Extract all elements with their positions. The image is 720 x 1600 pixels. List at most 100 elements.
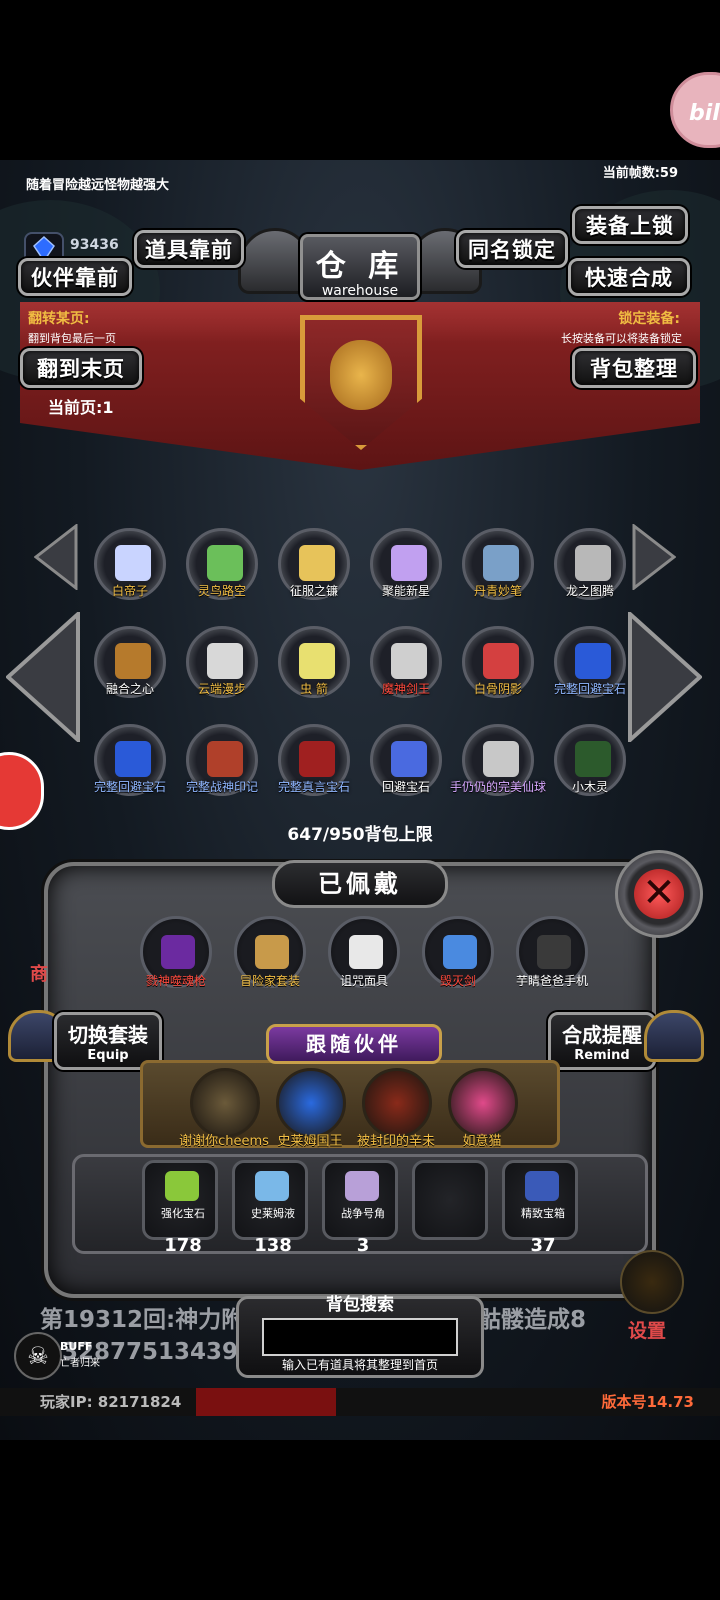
item-name: 小木灵 <box>571 780 608 794</box>
equipped-item[interactable]: 冒险家套装 <box>226 916 314 996</box>
lock-equip-title: 锁定装备: <box>618 311 680 327</box>
bag-item[interactable]: 龙之图腾 <box>548 528 632 612</box>
empty-material-slot[interactable] <box>412 1160 488 1240</box>
material-icon <box>255 1171 289 1201</box>
synth-remind-button[interactable]: 合成提醒 Remind <box>548 1012 656 1070</box>
switch-suit-label: 切换套装 <box>68 1023 148 1047</box>
equipped-item[interactable]: 诅咒面具 <box>320 916 408 996</box>
partner-portrait <box>276 1068 346 1138</box>
warehouse-title-en: warehouse <box>321 283 399 299</box>
bag-item[interactable]: 完整回避宝石 <box>88 724 172 808</box>
synth-remind-label: 合成提醒 <box>562 1023 642 1047</box>
bag-item[interactable]: 灵鸟路空 <box>180 528 264 612</box>
bag-item[interactable]: 回避宝石 <box>364 724 448 808</box>
to-last-page-button[interactable]: 翻到末页 <box>20 348 142 388</box>
item-name: 虫 箭 <box>300 682 328 696</box>
material-icon <box>165 1171 199 1201</box>
item-icon <box>391 643 427 679</box>
item-name: 白骨阴影 <box>473 682 522 696</box>
bag-item[interactable]: 聚能新星 <box>364 528 448 612</box>
settings-icon[interactable] <box>620 1250 684 1314</box>
quick-synth-button[interactable]: 快速合成 <box>568 258 690 296</box>
current-page: 当前页:1 <box>48 398 114 417</box>
bag-sort-button[interactable]: 背包整理 <box>572 348 696 388</box>
item-name: 聚能新星 <box>381 584 430 598</box>
item-icon <box>207 545 243 581</box>
material-name: 战争号角 <box>341 1207 385 1220</box>
next-page-arrow-icon[interactable] <box>628 612 702 742</box>
item-name: 龙之图腾 <box>565 584 614 598</box>
item-name: 融合之心 <box>105 682 154 696</box>
wizard-hat-icon <box>644 1010 704 1062</box>
item-icon <box>483 643 519 679</box>
equipped-item[interactable]: 芋睛爸爸手机 <box>508 916 596 996</box>
next-page-small-arrow-icon[interactable] <box>632 524 676 590</box>
bag-item[interactable]: 完整真言宝石 <box>272 724 356 808</box>
material-icon <box>525 1171 559 1201</box>
item-icon <box>299 545 335 581</box>
bag-item[interactable]: 魔神剑王 <box>364 626 448 710</box>
item-icon <box>115 545 151 581</box>
bili-badge[interactable]: bili <box>670 72 720 148</box>
bag-item[interactable]: 白帝子 <box>88 528 172 612</box>
equip-lock-button[interactable]: 装备上锁 <box>572 206 688 244</box>
prev-page-arrow-icon[interactable] <box>6 612 80 742</box>
equip-icon <box>255 935 289 969</box>
item-icon <box>575 643 611 679</box>
bag-search-input[interactable] <box>262 1318 458 1356</box>
equipped-title: 已佩戴 <box>272 860 448 908</box>
same-name-lock-button[interactable]: 同名锁定 <box>456 230 568 268</box>
material-name: 强化宝石 <box>161 1207 205 1220</box>
item-name: 征服之镰 <box>289 584 338 598</box>
partner-portrait <box>190 1068 260 1138</box>
bag-item[interactable]: 完整回避宝石 <box>548 626 632 710</box>
equipped-item[interactable]: 戮神噬魂枪 <box>132 916 220 996</box>
item-icon <box>483 545 519 581</box>
game-screen: 随着冒险越远怪物越强大 当前帧数:59 93436 仓 库 warehouse … <box>0 160 720 1440</box>
material-name: 史莱姆液 <box>251 1207 295 1220</box>
item-name: 灵鸟路空 <box>197 584 246 598</box>
close-icon: ✕ <box>634 869 684 919</box>
buff-label: BUFF <box>60 1340 93 1353</box>
skull-buff-icon[interactable]: ☠ <box>14 1332 62 1380</box>
material-slot[interactable]: 精致宝箱 37 <box>502 1160 578 1256</box>
partner-title: 跟随伙伴 <box>266 1024 442 1064</box>
equip-icon <box>349 935 383 969</box>
version-label: 版本号14.73 <box>601 1393 694 1411</box>
material-slot[interactable]: 强化宝石 178 <box>142 1160 218 1256</box>
item-icon <box>575 545 611 581</box>
hp-bar <box>196 1388 336 1416</box>
lion-head-icon <box>330 340 392 410</box>
shop-label[interactable]: 商 <box>30 960 48 986</box>
material-slot[interactable]: 战争号角 3 <box>322 1160 398 1256</box>
bag-item[interactable]: 征服之镰 <box>272 528 356 612</box>
bag-item[interactable]: 虫 箭 <box>272 626 356 710</box>
item-icon <box>391 741 427 777</box>
item-name: 白帝子 <box>111 584 148 598</box>
partner-front-button[interactable]: 伙伴靠前 <box>18 258 132 296</box>
warehouse-title-cn: 仓 库 <box>315 249 405 284</box>
item-name: 丹青妙笔 <box>473 584 522 598</box>
partner-item[interactable]: 如意猫 <box>444 1068 520 1149</box>
prev-page-small-arrow-icon[interactable] <box>34 524 78 590</box>
item-name: 完整回避宝石 <box>553 682 626 696</box>
bag-item[interactable]: 小木灵 <box>548 724 632 808</box>
settings-label[interactable]: 设置 <box>628 1316 666 1343</box>
flip-page-desc: 翻到背包最后一页 <box>28 332 116 345</box>
material-icon <box>345 1171 379 1201</box>
bag-item[interactable]: 融合之心 <box>88 626 172 710</box>
bag-item[interactable]: 白骨阴影 <box>456 626 540 710</box>
bag-item[interactable]: 手仍仍的完美仙球 <box>450 724 546 808</box>
material-count: 37 <box>530 1235 556 1256</box>
material-count: 138 <box>254 1235 292 1256</box>
material-count: 3 <box>356 1235 370 1256</box>
item-icon <box>115 643 151 679</box>
close-button[interactable]: ✕ <box>615 850 703 938</box>
equip-name: 芋睛爸爸手机 <box>515 974 588 988</box>
material-slot[interactable]: 史莱姆液 138 <box>232 1160 308 1256</box>
bag-item[interactable]: 完整战神印记 <box>180 724 264 808</box>
equipped-item[interactable]: 毁灭剑 <box>414 916 502 996</box>
items-front-button[interactable]: 道具靠前 <box>134 230 244 268</box>
bag-item[interactable]: 丹青妙笔 <box>456 528 540 612</box>
bag-item[interactable]: 云端漫步 <box>180 626 264 710</box>
